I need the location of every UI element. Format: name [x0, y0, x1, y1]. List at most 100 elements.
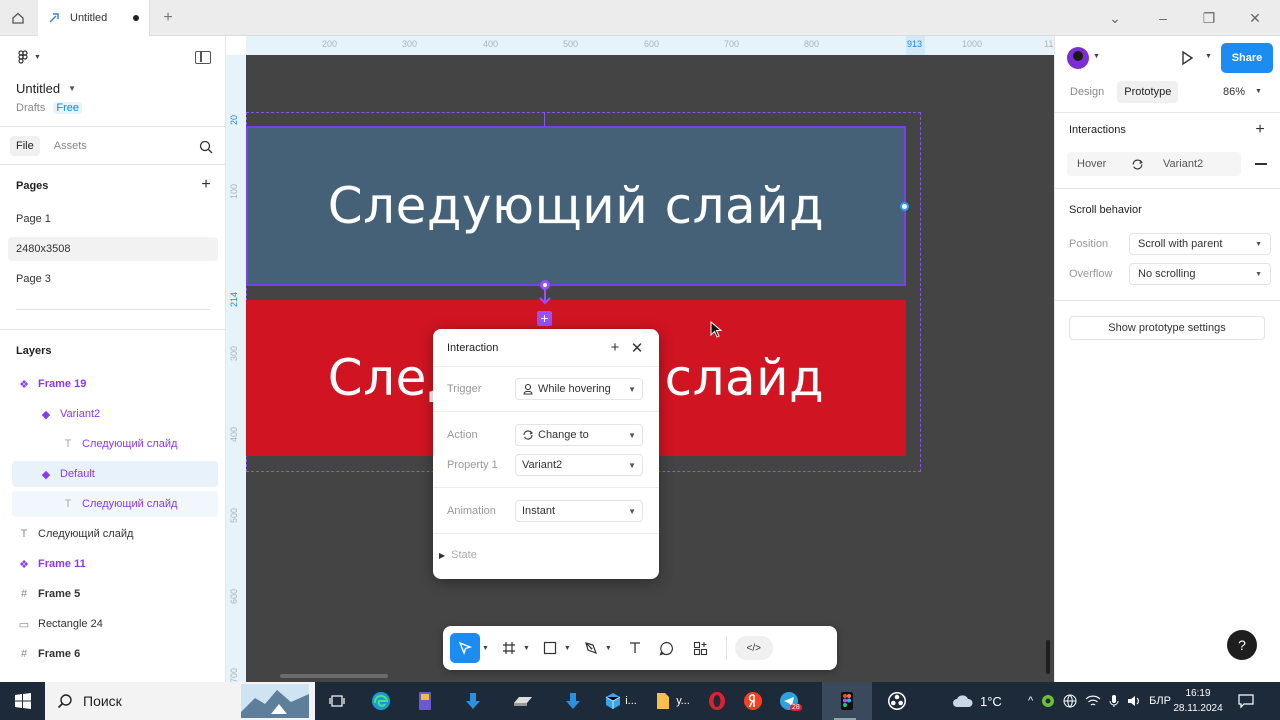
remove-interaction-icon[interactable] [1255, 163, 1267, 165]
resize-handle[interactable] [900, 202, 909, 211]
layer-item[interactable]: T Следующий слайд [12, 521, 218, 547]
add-page-button[interactable]: + [199, 176, 213, 193]
minimize-button[interactable]: – [1140, 0, 1186, 36]
home-button[interactable] [0, 0, 36, 36]
main-menu-button[interactable]: ▼ [16, 50, 41, 64]
close-icon[interactable]: ✕ [629, 340, 645, 357]
edge-app[interactable] [358, 682, 404, 720]
chevron-down-icon[interactable]: ▼ [1205, 53, 1212, 60]
obs-app[interactable] [874, 682, 920, 720]
plan-badge[interactable]: Free [53, 102, 82, 114]
comment-tool-button[interactable] [650, 633, 684, 663]
chevron-down-icon[interactable]: ⌄ [1092, 0, 1138, 36]
chevron-down-icon[interactable]: ▼ [523, 645, 530, 652]
sidebar-toggle-icon[interactable] [195, 51, 211, 64]
page-item[interactable]: Page 3 [8, 267, 218, 291]
show-prototype-settings-button[interactable]: Show prototype settings [1069, 316, 1265, 340]
layer-item[interactable]: ◆ Default [12, 461, 218, 487]
text-tool-button[interactable] [620, 633, 650, 663]
layers-title: Layers [16, 345, 52, 357]
dev-mode-toggle[interactable]: </> [734, 636, 773, 660]
page-item[interactable]: Page 1 [8, 207, 218, 231]
property-select[interactable]: Variant2 ▼ [515, 454, 643, 476]
chevron-down-icon[interactable]: ▼ [482, 645, 489, 652]
plus-icon[interactable]: + [607, 339, 623, 356]
layer-item[interactable]: ▭ Rectangle 24 [12, 611, 218, 637]
weather-temperature: 1°C [980, 693, 1002, 709]
start-button[interactable] [0, 682, 45, 720]
connection-arrow-icon [539, 297, 551, 305]
pen-tool-button[interactable] [579, 633, 603, 663]
avatar[interactable] [1067, 47, 1089, 69]
layer-item[interactable]: # Frame 6 [12, 641, 218, 667]
microphone-icon[interactable] [1109, 694, 1119, 708]
app-y[interactable]: у... [648, 682, 698, 720]
chevron-down-icon[interactable]: ▼ [605, 645, 612, 652]
page-item[interactable]: 2480x3508 [8, 237, 218, 261]
app-i[interactable]: i... [596, 682, 646, 720]
play-icon[interactable] [1179, 50, 1195, 66]
frame-tool-button[interactable] [497, 633, 521, 663]
layer-item[interactable]: T Следующий слайд [12, 491, 218, 517]
drafts-label[interactable]: Drafts [16, 102, 45, 114]
taskbar-search[interactable]: Поиск [45, 682, 315, 720]
document-tab[interactable]: Untitled [38, 0, 150, 36]
shape-tool-button[interactable] [538, 633, 562, 663]
position-select[interactable]: Scroll with parent ▼ [1129, 233, 1271, 255]
file-manager-app[interactable] [402, 682, 448, 720]
tab-prototype[interactable]: Prototype [1117, 81, 1179, 103]
search-icon[interactable] [199, 140, 213, 154]
layer-item[interactable]: ❖ Frame 11 [12, 551, 218, 577]
animation-select[interactable]: Instant ▼ [515, 500, 643, 522]
new-tab-button[interactable]: + [156, 0, 180, 36]
status-icon[interactable] [1041, 694, 1055, 708]
horizontal-scrollbar[interactable] [280, 674, 388, 678]
state-section-toggle[interactable]: ▶ State [439, 549, 477, 561]
notification-icon [1238, 694, 1254, 709]
clock[interactable]: 16:19 28.11.2024 [1168, 686, 1228, 716]
chevron-down-icon[interactable]: ▼ [1093, 53, 1100, 60]
weather-widget[interactable]: 1°C [952, 682, 1002, 720]
opera-icon [709, 692, 725, 710]
variant2-button[interactable]: Следующий слайд [246, 126, 906, 286]
network-icon[interactable] [1063, 694, 1077, 708]
restore-button[interactable]: ❐ [1186, 0, 1232, 36]
overflow-select[interactable]: No scrolling ▼ [1129, 263, 1271, 285]
tab-design[interactable]: Design [1063, 81, 1111, 103]
move-tool-button[interactable] [450, 633, 480, 663]
chevron-down-icon[interactable]: ▼ [564, 645, 571, 652]
tab-assets[interactable]: Assets [48, 136, 93, 156]
download-app[interactable] [450, 682, 496, 720]
wifi-icon[interactable] [1085, 694, 1101, 708]
interaction-item[interactable]: Hover Variant2 [1067, 152, 1241, 176]
text-icon [629, 642, 640, 653]
close-window-button[interactable]: ✕ [1232, 0, 1278, 36]
action-select[interactable]: Change to ▼ [515, 424, 643, 446]
notifications-button[interactable] [1238, 682, 1254, 720]
volume-icon[interactable] [1127, 694, 1141, 708]
chevron-down-icon: ▼ [1255, 88, 1262, 95]
canvas[interactable]: 200 300 400 500 600 700 800 913 1000 11 … [226, 36, 1054, 682]
add-interaction-button[interactable]: + [1253, 121, 1267, 138]
chevron-down-icon: ▼ [628, 384, 636, 394]
actions-tool-button[interactable] [684, 633, 718, 663]
figma-app[interactable] [822, 682, 872, 720]
vertical-scrollbar[interactable] [1046, 640, 1050, 674]
layer-item[interactable]: T Следующий слайд [12, 431, 218, 457]
telegram-app[interactable]: 28 [766, 682, 812, 720]
tab-file[interactable]: File [10, 136, 40, 156]
chevron-up-icon[interactable]: ^ [1028, 695, 1033, 707]
task-view-button[interactable] [314, 682, 360, 720]
trigger-select[interactable]: While hovering ▼ [515, 378, 643, 400]
layer-label: Variant2 [60, 408, 101, 420]
file-name[interactable]: Untitled ▼ [16, 81, 76, 96]
drive-app[interactable] [500, 682, 546, 720]
help-button[interactable]: ? [1227, 630, 1257, 660]
layer-item[interactable]: # Frame 5 [12, 581, 218, 607]
layer-item[interactable]: ◆ Variant2 [12, 401, 218, 427]
add-interaction-button[interactable]: + [537, 311, 552, 326]
layer-item[interactable]: ❖ Frame 19 [12, 371, 218, 397]
share-button[interactable]: Share [1221, 43, 1273, 73]
download-app-2[interactable] [550, 682, 596, 720]
zoom-select[interactable]: 86% ▼ [1223, 86, 1262, 98]
